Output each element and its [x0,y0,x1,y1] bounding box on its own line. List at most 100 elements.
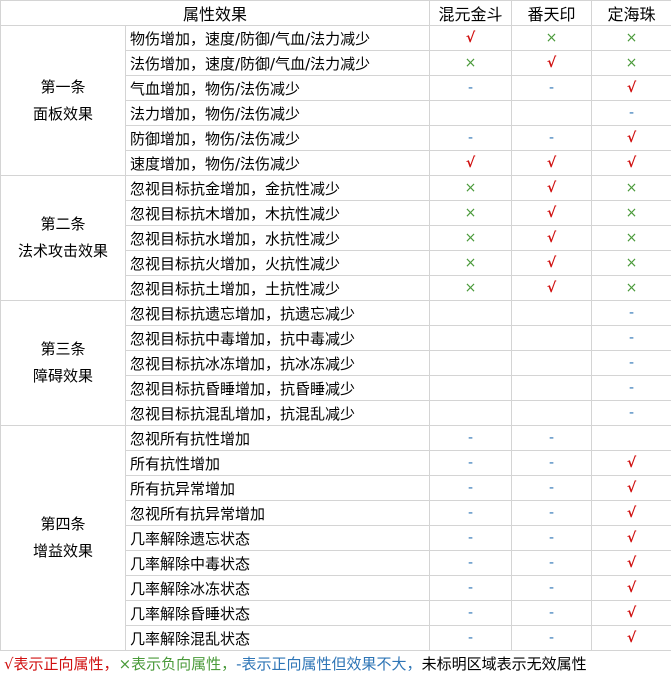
mark-hunyuanjindou: - [430,476,512,501]
attribute-effects-table: 属性效果 混元金斗 番天印 定海珠 第一条面板效果物伤增加，速度/防御/气血/法… [0,0,671,651]
section-title: 法术攻击效果 [1,238,125,265]
section-number: 第一条 [1,74,125,101]
mark-dinghaizhu: × [592,176,671,201]
mark-hunyuanjindou: × [430,226,512,251]
section-label: 第三条障碍效果 [1,301,126,426]
table-row: 第二条法术攻击效果忽视目标抗金增加，金抗性减少×√× [1,176,671,201]
header-attr: 属性效果 [1,1,430,26]
mark-hunyuanjindou: × [430,276,512,301]
mark-fantianyin: √ [512,251,592,276]
attribute-cell: 法伤增加，速度/防御/气血/法力减少 [126,51,430,76]
header-col-dinghaizhu: 定海珠 [592,1,671,26]
attribute-cell: 几率解除冰冻状态 [126,576,430,601]
attribute-cell: 忽视目标抗木增加，木抗性减少 [126,201,430,226]
mark-hunyuanjindou: - [430,551,512,576]
mark-dinghaizhu: - [592,401,671,426]
mark-fantianyin: - [512,76,592,101]
mark-dinghaizhu: √ [592,126,671,151]
mark-dinghaizhu [592,426,671,451]
mark-hunyuanjindou: √ [430,151,512,176]
mark-hunyuanjindou: - [430,601,512,626]
attribute-cell: 忽视目标抗冰冻增加，抗冰冻减少 [126,351,430,376]
mark-hunyuanjindou: - [430,576,512,601]
mark-fantianyin: - [512,601,592,626]
mark-fantianyin [512,401,592,426]
legend-none: 未标明区域表示无效属性 [422,655,587,673]
mark-hunyuanjindou: √ [430,26,512,51]
section-number: 第三条 [1,336,125,363]
mark-dinghaizhu: √ [592,501,671,526]
attribute-cell: 防御增加，物伤/法伤减少 [126,126,430,151]
section-label: 第四条增益效果 [1,426,126,651]
attribute-cell: 忽视目标抗遗忘增加，抗遗忘减少 [126,301,430,326]
mark-dinghaizhu: √ [592,76,671,101]
mark-hunyuanjindou [430,376,512,401]
mark-fantianyin: √ [512,176,592,201]
attribute-cell: 所有抗性增加 [126,451,430,476]
section-number: 第二条 [1,211,125,238]
attribute-cell: 忽视目标抗土增加，土抗性减少 [126,276,430,301]
mark-fantianyin: - [512,126,592,151]
mark-fantianyin [512,351,592,376]
mark-hunyuanjindou: - [430,626,512,651]
mark-fantianyin: √ [512,201,592,226]
mark-hunyuanjindou: × [430,201,512,226]
legend-positive: √表示正向属性， [4,655,119,673]
mark-dinghaizhu: × [592,51,671,76]
mark-fantianyin: √ [512,276,592,301]
mark-dinghaizhu: √ [592,451,671,476]
attribute-cell: 几率解除昏睡状态 [126,601,430,626]
attribute-cell: 忽视目标抗火增加，火抗性减少 [126,251,430,276]
table-row: 第一条面板效果物伤增加，速度/防御/气血/法力减少√×× [1,26,671,51]
attribute-cell: 忽视所有抗异常增加 [126,501,430,526]
mark-fantianyin: - [512,476,592,501]
mark-fantianyin: - [512,576,592,601]
mark-fantianyin [512,376,592,401]
legend: √表示正向属性，×表示负向属性，-表示正向属性但效果不大，未标明区域表示无效属性 [0,651,671,677]
attribute-cell: 几率解除混乱状态 [126,626,430,651]
section-label: 第一条面板效果 [1,26,126,176]
mark-dinghaizhu: × [592,276,671,301]
section-title: 增益效果 [1,538,125,565]
attribute-cell: 气血增加，物伤/法伤减少 [126,76,430,101]
section-title: 障碍效果 [1,363,125,390]
mark-dinghaizhu: - [592,376,671,401]
mark-hunyuanjindou: - [430,501,512,526]
table-row: 第四条增益效果忽视所有抗性增加-- [1,426,671,451]
mark-hunyuanjindou: - [430,426,512,451]
mark-hunyuanjindou [430,351,512,376]
mark-fantianyin: - [512,551,592,576]
mark-fantianyin: - [512,451,592,476]
mark-dinghaizhu: - [592,326,671,351]
mark-dinghaizhu: × [592,26,671,51]
mark-hunyuanjindou: - [430,526,512,551]
header-row: 属性效果 混元金斗 番天印 定海珠 [1,1,671,26]
mark-dinghaizhu: √ [592,601,671,626]
mark-fantianyin [512,326,592,351]
section-label: 第二条法术攻击效果 [1,176,126,301]
attribute-cell: 几率解除遗忘状态 [126,526,430,551]
mark-fantianyin: √ [512,226,592,251]
table-row: 第三条障碍效果忽视目标抗遗忘增加，抗遗忘减少- [1,301,671,326]
mark-dinghaizhu: √ [592,526,671,551]
attribute-cell: 几率解除中毒状态 [126,551,430,576]
attribute-cell: 忽视目标抗昏睡增加，抗昏睡减少 [126,376,430,401]
mark-dinghaizhu: - [592,301,671,326]
legend-negative: ×表示负向属性， [119,655,237,673]
attribute-cell: 忽视目标抗水增加，水抗性减少 [126,226,430,251]
attribute-cell: 忽视目标抗混乱增加，抗混乱减少 [126,401,430,426]
mark-fantianyin: √ [512,151,592,176]
mark-fantianyin: - [512,626,592,651]
mark-dinghaizhu: √ [592,576,671,601]
mark-dinghaizhu: √ [592,551,671,576]
mark-hunyuanjindou: - [430,451,512,476]
mark-hunyuanjindou: × [430,51,512,76]
mark-dinghaizhu: × [592,226,671,251]
attribute-cell: 忽视所有抗性增加 [126,426,430,451]
mark-hunyuanjindou [430,326,512,351]
mark-dinghaizhu: - [592,351,671,376]
mark-dinghaizhu: - [592,101,671,126]
mark-hunyuanjindou [430,301,512,326]
attribute-cell: 所有抗异常增加 [126,476,430,501]
attribute-cell: 忽视目标抗金增加，金抗性减少 [126,176,430,201]
